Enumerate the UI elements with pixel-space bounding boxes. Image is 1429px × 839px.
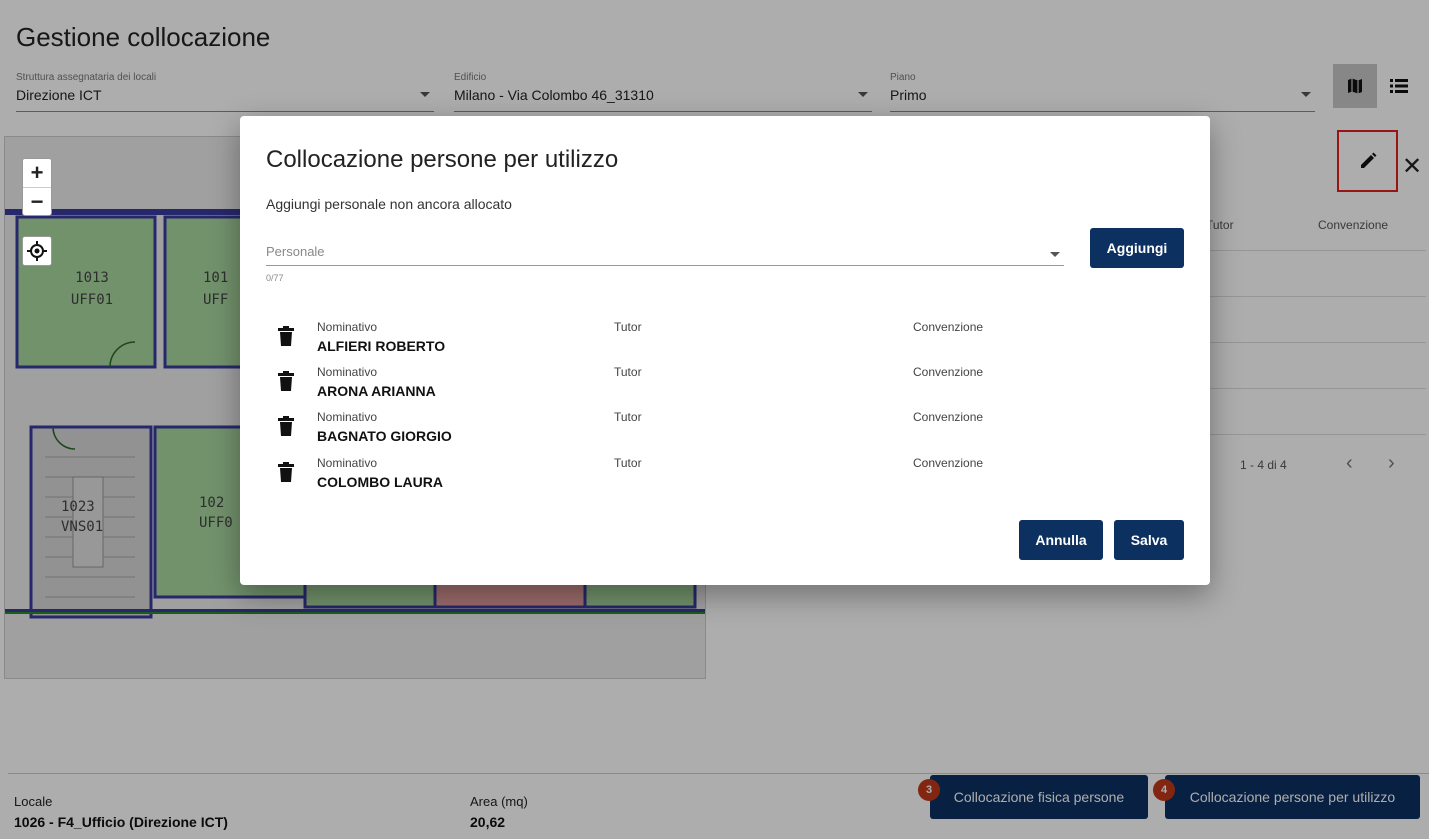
aggiungi-button[interactable]: Aggiungi (1090, 228, 1184, 268)
list-item: Nominativo ALFIERI ROBERTO Tutor Convenz… (266, 320, 1166, 365)
zoom-in-button[interactable]: + (23, 159, 51, 187)
convenzione-label: Convenzione (913, 320, 984, 334)
person-name: BAGNATO GIORGIO (317, 428, 452, 444)
personale-counter: 0/77 (266, 273, 284, 283)
nominativo-label: Nominativo (317, 320, 378, 334)
salva-button[interactable]: Salva (1114, 520, 1184, 560)
locate-button[interactable] (22, 236, 52, 266)
list-item: Nominativo BAGNATO GIORGIO Tutor Convenz… (266, 410, 1166, 455)
tutor-label: Tutor (614, 410, 642, 424)
list-item: Nominativo ARONA ARIANNA Tutor Convenzio… (266, 365, 1166, 410)
crosshair-icon (27, 241, 47, 261)
person-name: COLOMBO LAURA (317, 474, 443, 490)
annulla-button[interactable]: Annulla (1019, 520, 1103, 560)
dialog-subtitle: Aggiungi personale non ancora allocato (266, 196, 512, 212)
trash-icon[interactable] (278, 462, 294, 482)
tutor-label: Tutor (614, 365, 642, 379)
trash-icon[interactable] (278, 326, 294, 346)
chevron-down-icon (1050, 252, 1060, 257)
person-name: ARONA ARIANNA (317, 383, 436, 399)
person-name: ALFIERI ROBERTO (317, 338, 446, 354)
personale-select[interactable]: Personale (266, 240, 1064, 266)
dialog-title: Collocazione persone per utilizzo (266, 146, 619, 173)
zoom-out-button[interactable]: − (23, 187, 51, 215)
trash-icon[interactable] (278, 371, 294, 391)
collocazione-dialog: Collocazione persone per utilizzo Aggiun… (240, 116, 1210, 585)
trash-icon[interactable] (278, 416, 294, 436)
convenzione-label: Convenzione (913, 456, 984, 470)
zoom-control: + − (22, 158, 52, 216)
convenzione-label: Convenzione (913, 365, 984, 379)
nominativo-label: Nominativo (317, 365, 378, 379)
tutor-label: Tutor (614, 456, 642, 470)
personale-placeholder: Personale (266, 244, 325, 259)
list-item: Nominativo COLOMBO LAURA Tutor Convenzio… (266, 456, 1166, 501)
tutor-label: Tutor (614, 320, 642, 334)
nominativo-label: Nominativo (317, 410, 378, 424)
convenzione-label: Convenzione (913, 410, 984, 424)
nominativo-label: Nominativo (317, 456, 378, 470)
